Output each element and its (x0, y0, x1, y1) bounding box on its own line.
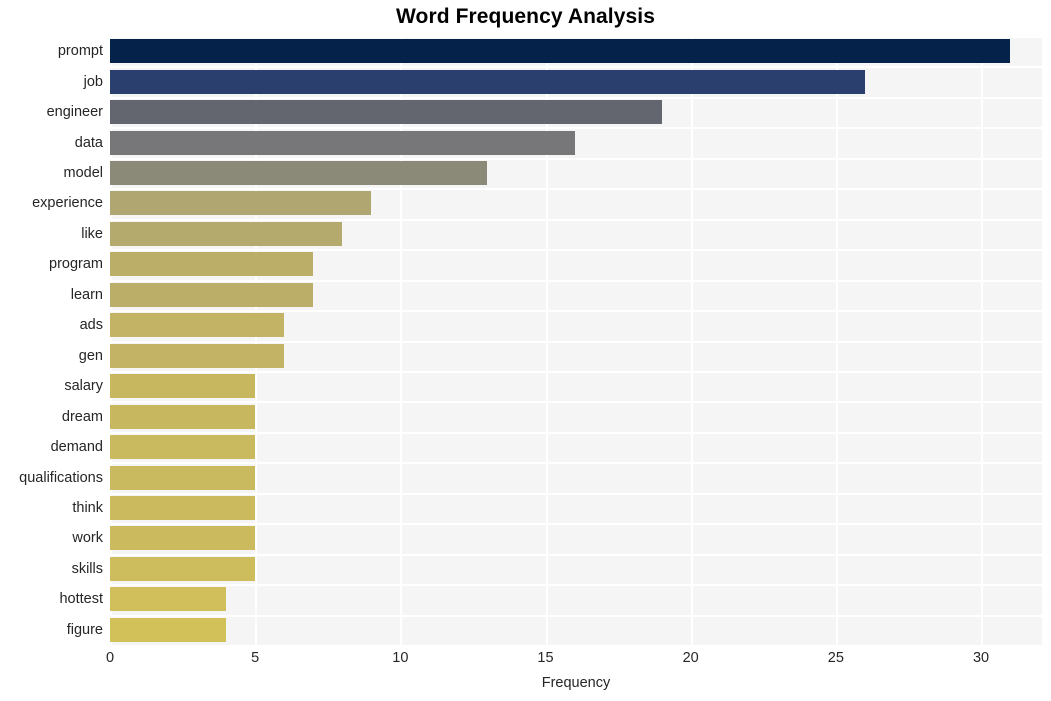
y-tick-label: learn (70, 286, 103, 303)
bar[interactable] (110, 404, 256, 429)
bar[interactable] (110, 69, 865, 94)
plot-area (110, 36, 1042, 645)
bar[interactable] (110, 374, 256, 399)
y-tick-label: qualifications (19, 469, 103, 486)
bar[interactable] (110, 526, 256, 551)
y-tick-label: ads (79, 317, 103, 334)
bar[interactable] (110, 587, 227, 612)
y-tick-label: figure (66, 621, 103, 638)
x-tick-label: 15 (537, 650, 554, 666)
y-tick-label: model (63, 165, 104, 182)
x-tick-label: 0 (105, 650, 115, 666)
y-tick-label: salary (64, 378, 103, 395)
bar[interactable] (110, 252, 314, 277)
y-tick-label: experience (32, 195, 103, 212)
y-tick-label: data (74, 134, 103, 151)
bar[interactable] (110, 39, 1011, 64)
bar[interactable] (110, 465, 256, 490)
chart-figure: Word Frequency Analysis prompt job enginee… (0, 0, 1051, 701)
x-tick-label: 10 (392, 650, 409, 666)
x-tick-label: 25 (827, 650, 844, 666)
y-tick-label: engineer (46, 104, 103, 121)
y-tick-label: think (72, 499, 103, 516)
x-axis-title: Frequency (541, 675, 611, 691)
bar[interactable] (110, 313, 285, 338)
x-axis-tick-labels: 0 5 10 15 20 25 30 (0, 650, 1051, 672)
y-tick-label: like (81, 225, 103, 242)
x-tick-label: 5 (251, 650, 260, 666)
bar[interactable] (110, 282, 314, 307)
bar[interactable] (110, 435, 256, 460)
bar[interactable] (110, 495, 256, 520)
y-tick-label: dream (61, 408, 103, 425)
y-axis-tick-labels: prompt job engineer data model experience like… (0, 36, 103, 645)
bar[interactable] (110, 191, 372, 216)
bar[interactable] (110, 343, 285, 368)
y-tick-label: gen (78, 347, 103, 364)
y-tick-label: skills (71, 560, 103, 577)
y-tick-label: hottest (59, 591, 103, 608)
chart-title: Word Frequency Analysis (395, 5, 656, 28)
y-tick-label: job (83, 73, 103, 90)
x-tick-label: 30 (972, 650, 990, 666)
bar[interactable] (110, 100, 662, 125)
bar[interactable] (110, 130, 575, 155)
x-tick-label: 20 (682, 650, 699, 666)
y-tick-label: demand (50, 439, 103, 456)
y-tick-label: work (72, 530, 103, 547)
bar[interactable] (110, 221, 343, 246)
y-tick-label: program (49, 256, 103, 273)
bar[interactable] (110, 556, 256, 581)
bar[interactable] (110, 617, 227, 642)
y-tick-label: prompt (57, 43, 103, 60)
bar-series (110, 36, 1042, 645)
bar[interactable] (110, 161, 488, 186)
